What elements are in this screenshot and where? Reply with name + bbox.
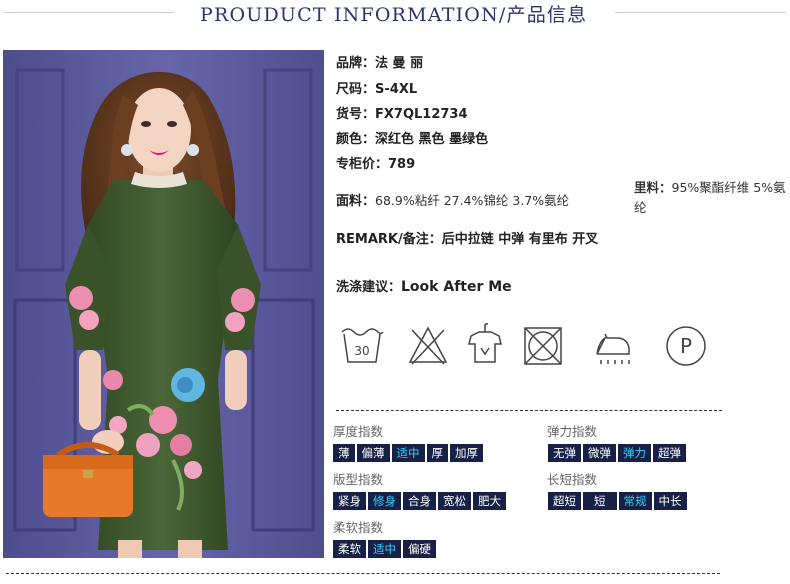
thickness-option: 厚 bbox=[426, 444, 448, 462]
fit-option-selected: 修身 bbox=[368, 492, 401, 510]
fit-option: 紧身 bbox=[333, 492, 366, 510]
softness-option: 偏硬 bbox=[403, 540, 436, 558]
spec-wash: 洗涤建议：Look After Me bbox=[336, 276, 512, 295]
thickness-option: 薄 bbox=[333, 444, 355, 462]
index-divider bbox=[336, 410, 722, 411]
spec-remark: REMARK/备注：后中拉链 中弹 有里布 开叉 bbox=[336, 228, 598, 247]
fabric-label: 面料： bbox=[336, 194, 376, 209]
care-icons: 30 P bbox=[336, 322, 716, 372]
spec-lining: 里料：95%聚酯纤维 5%氨纶 bbox=[634, 178, 790, 218]
wash-label: 洗涤建议： bbox=[336, 280, 402, 295]
wash-value: Look After Me bbox=[401, 279, 512, 295]
thickness-option-selected: 适中 bbox=[391, 444, 425, 462]
softness-option: 柔软 bbox=[333, 540, 366, 558]
do-not-bleach-icon bbox=[408, 326, 448, 365]
code-value: FX7QL12734 bbox=[375, 107, 468, 122]
elasticity-option: 无弹 bbox=[548, 444, 581, 462]
fit-option: 宽松 bbox=[438, 492, 471, 510]
dry-clean-p-icon: P bbox=[666, 326, 706, 366]
spec-size: 尺码：S-4XL bbox=[336, 78, 417, 97]
elasticity-options: 无弹 微弹 弹力 超弹 bbox=[548, 444, 686, 462]
iron-steam-icon bbox=[596, 333, 630, 364]
fit-options: 紧身 修身 合身 宽松 肥大 bbox=[333, 492, 506, 510]
softness-option-selected: 适中 bbox=[368, 540, 401, 558]
price-label: 专柜价： bbox=[336, 157, 389, 172]
header-divider-right bbox=[615, 12, 786, 13]
remark-label: REMARK/备注： bbox=[336, 232, 442, 247]
brand-label: 品牌： bbox=[336, 56, 376, 71]
length-option: 中长 bbox=[653, 492, 687, 510]
length-option: 短 bbox=[583, 492, 617, 510]
spec-code: 货号：FX7QL12734 bbox=[336, 103, 468, 122]
spec-fabric: 面料：68.9%粘纤 27.4%锦纶 3.7%氨纶 bbox=[336, 190, 569, 209]
elasticity-option: 微弹 bbox=[583, 444, 616, 462]
section-title: PROUDUCT INFORMATION/产品信息 bbox=[200, 4, 588, 26]
length-option: 超短 bbox=[548, 492, 581, 510]
length-label: 长短指数 bbox=[547, 472, 598, 487]
softness-label: 柔软指数 bbox=[333, 520, 384, 535]
section-header: PROUDUCT INFORMATION/产品信息 bbox=[0, 0, 790, 30]
spec-color: 颜色：深红色 黑色 墨绿色 bbox=[336, 128, 488, 147]
dryclean-letter: P bbox=[680, 334, 692, 358]
length-options: 超短 短 常规 中长 bbox=[548, 492, 687, 510]
fit-option: 合身 bbox=[403, 492, 436, 510]
code-label: 货号： bbox=[336, 107, 376, 122]
do-not-tumble-dry-icon bbox=[524, 327, 562, 365]
thickness-label: 厚度指数 bbox=[333, 424, 384, 439]
thickness-option: 偏薄 bbox=[356, 444, 390, 462]
fit-label: 版型指数 bbox=[333, 472, 384, 487]
product-photo bbox=[3, 50, 324, 558]
model-dress-illustration bbox=[3, 50, 324, 558]
elasticity-label: 弹力指数 bbox=[547, 424, 598, 439]
lining-label: 里料： bbox=[634, 180, 672, 195]
elasticity-option: 超弹 bbox=[653, 444, 686, 462]
wash-temp-text: 30 bbox=[354, 344, 369, 358]
price-value: 789 bbox=[388, 157, 416, 172]
thickness-options: 薄 偏薄 适中 厚 加厚 bbox=[333, 444, 483, 462]
spec-brand: 品牌：法 曼 丽 bbox=[336, 52, 423, 71]
size-value: S-4XL bbox=[375, 82, 418, 97]
hang-dry-icon bbox=[468, 323, 502, 363]
length-option-selected: 常规 bbox=[618, 492, 652, 510]
elasticity-option-selected: 弹力 bbox=[618, 444, 651, 462]
color-label: 颜色： bbox=[336, 132, 376, 147]
color-value: 深红色 黑色 墨绿色 bbox=[375, 132, 489, 147]
brand-value: 法 曼 丽 bbox=[375, 56, 424, 71]
fabric-value: 68.9%粘纤 27.4%锦纶 3.7%氨纶 bbox=[375, 193, 570, 208]
wash-30-icon: 30 bbox=[341, 328, 384, 363]
fit-option: 肥大 bbox=[473, 492, 506, 510]
remark-value: 后中拉链 中弹 有里布 开叉 bbox=[441, 232, 599, 247]
orange-handbag bbox=[43, 442, 133, 517]
thickness-option: 加厚 bbox=[450, 444, 483, 462]
bottom-divider bbox=[6, 573, 720, 574]
softness-options: 柔软 适中 偏硬 bbox=[333, 540, 436, 558]
size-label: 尺码： bbox=[336, 82, 376, 97]
spec-price: 专柜价：789 bbox=[336, 153, 415, 172]
header-divider-left bbox=[4, 12, 174, 13]
